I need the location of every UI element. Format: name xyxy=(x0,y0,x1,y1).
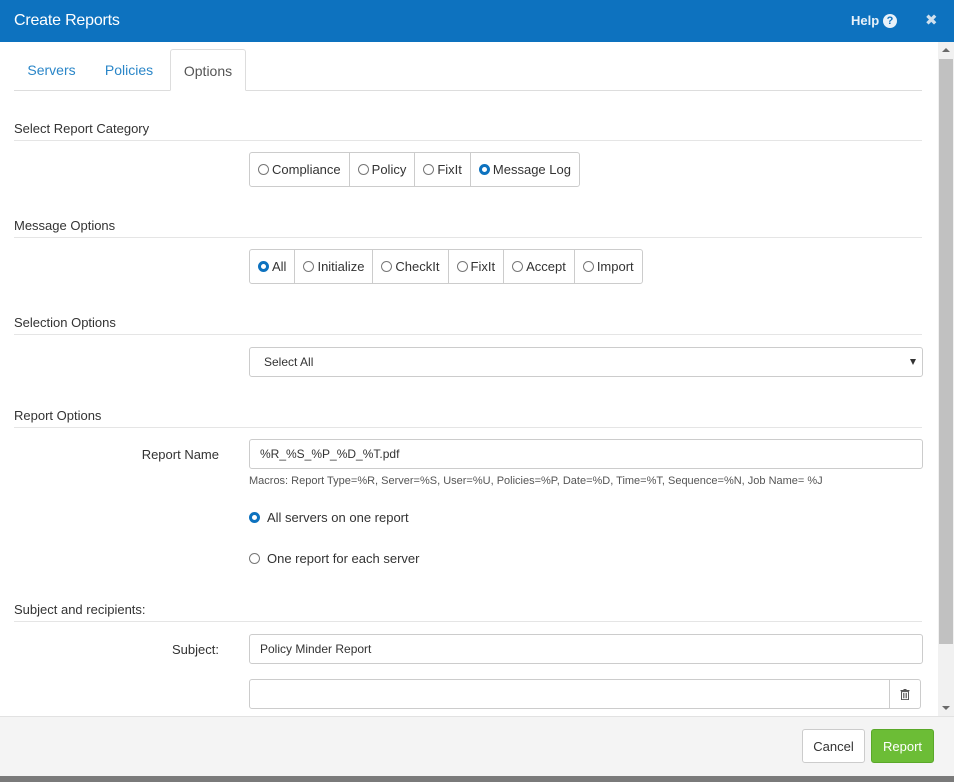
dialog-footer: Cancel Report xyxy=(0,716,954,776)
subject-input[interactable]: Policy Minder Report xyxy=(249,634,923,664)
radio-icon xyxy=(357,164,369,175)
category-policy-option[interactable]: Policy xyxy=(348,153,415,186)
cancel-button[interactable]: Cancel xyxy=(802,729,865,763)
message-options-title: Message Options xyxy=(14,218,922,238)
report-name-input[interactable]: %R_%S_%P_%D_%T.pdf xyxy=(249,439,923,469)
message-checkit-option[interactable]: CheckIt xyxy=(372,250,447,283)
scroll-up-arrow-icon[interactable] xyxy=(942,48,950,52)
radio-selected-icon xyxy=(478,164,490,175)
message-fixit-option[interactable]: FixIt xyxy=(447,250,504,283)
dialog-titlebar: Create Reports Help ? ✖ xyxy=(0,0,954,42)
message-accept-option[interactable]: Accept xyxy=(503,250,574,283)
close-icon[interactable]: ✖ xyxy=(925,11,938,29)
trash-icon xyxy=(900,688,910,700)
radio-icon xyxy=(258,164,269,175)
radio-selected-icon xyxy=(249,512,260,523)
dialog-body: Servers Policies Options Select Report C… xyxy=(0,42,938,716)
subject-label: Subject: xyxy=(172,642,219,657)
selection-options-select[interactable]: Select All xyxy=(249,347,923,377)
message-import-option[interactable]: Import xyxy=(573,250,642,283)
category-compliance-option[interactable]: Compliance xyxy=(250,153,349,186)
selection-options-title: Selection Options xyxy=(14,315,922,335)
scroll-down-arrow-icon[interactable] xyxy=(942,706,950,710)
report-category-title: Select Report Category xyxy=(14,121,922,141)
macros-hint: Macros: Report Type=%R, Server=%S, User=… xyxy=(249,475,823,487)
all-servers-one-report-option[interactable]: All servers on one report xyxy=(249,510,409,525)
radio-icon xyxy=(423,164,435,175)
category-message-log-option[interactable]: Message Log xyxy=(469,153,579,186)
vertical-scrollbar[interactable] xyxy=(938,42,954,716)
radio-icon xyxy=(303,261,315,272)
question-circle-icon[interactable]: ? xyxy=(883,14,897,28)
dialog-title: Create Reports xyxy=(14,12,120,29)
report-name-label: Report Name xyxy=(141,447,219,462)
radio-icon xyxy=(456,261,468,272)
message-initialize-option[interactable]: Initialize xyxy=(294,250,372,283)
radio-icon xyxy=(512,261,524,272)
recipient-input[interactable] xyxy=(250,680,890,708)
delete-recipient-button[interactable] xyxy=(889,680,920,708)
tab-servers[interactable]: Servers xyxy=(14,49,89,91)
tab-options[interactable]: Options xyxy=(170,49,246,91)
tab-bar: Servers Policies Options xyxy=(14,49,922,91)
scrollbar-thumb[interactable] xyxy=(939,59,953,644)
recipient-row xyxy=(249,679,921,709)
report-category-group: Compliance Policy FixIt Message Log xyxy=(249,152,580,187)
subject-recipients-title: Subject and recipients: xyxy=(14,602,922,622)
selection-options-value: Select All xyxy=(264,355,314,369)
message-options-group: All Initialize CheckIt FixIt Accept Impo… xyxy=(249,249,643,284)
one-report-each-server-option[interactable]: One report for each server xyxy=(249,551,419,566)
tab-policies[interactable]: Policies xyxy=(94,49,164,91)
radio-selected-icon xyxy=(258,261,269,272)
radio-icon xyxy=(582,261,594,272)
caret-down-icon xyxy=(910,359,916,365)
bottom-edge-bar xyxy=(0,776,954,782)
report-options-title: Report Options xyxy=(14,408,922,428)
message-all-option[interactable]: All xyxy=(250,250,294,283)
report-button[interactable]: Report xyxy=(871,729,934,763)
radio-icon xyxy=(249,553,260,564)
radio-icon xyxy=(381,261,393,272)
help-link[interactable]: Help xyxy=(851,13,879,28)
category-fixit-option[interactable]: FixIt xyxy=(414,153,470,186)
